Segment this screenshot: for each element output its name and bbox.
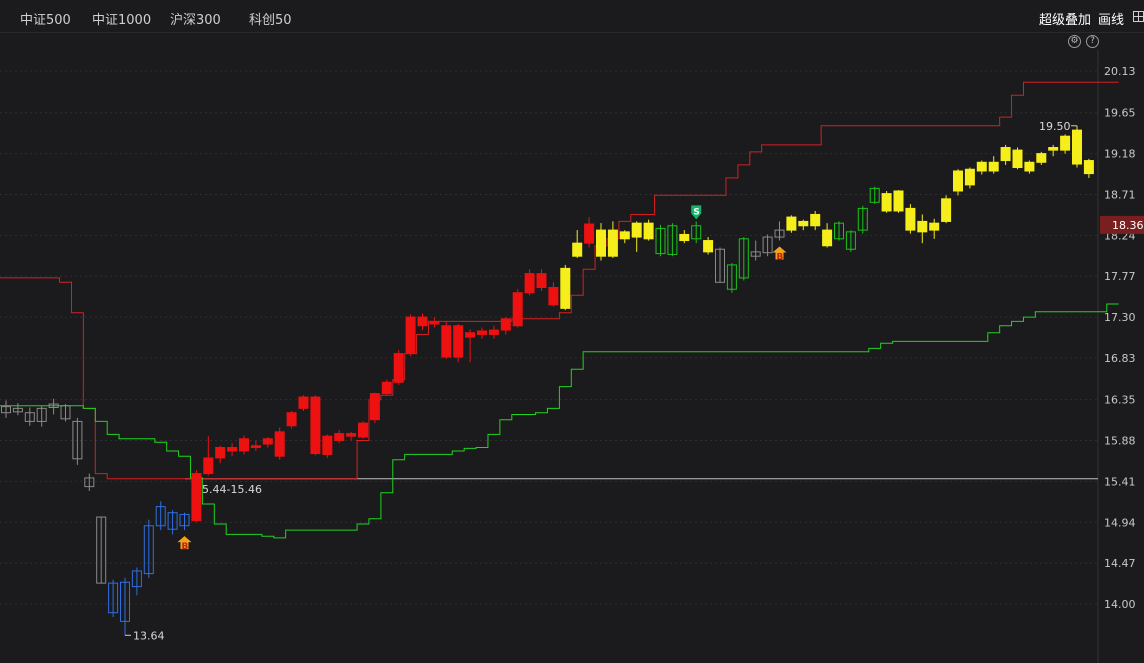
candle-body <box>572 242 583 257</box>
candle-body <box>917 220 928 233</box>
y-tick-label: 15.88 <box>1104 435 1136 448</box>
candle-body <box>929 222 940 231</box>
candle-body <box>310 396 321 455</box>
y-tick-label: 17.30 <box>1104 311 1136 324</box>
candle-body <box>964 168 975 186</box>
candle-body <box>643 222 654 240</box>
y-tick-label: 14.94 <box>1104 516 1136 529</box>
candle-body <box>1036 153 1047 163</box>
candle-body <box>631 222 642 238</box>
candle-body <box>381 381 392 395</box>
candle-body <box>203 457 214 475</box>
max-label: 19.50 <box>1039 120 1071 133</box>
candle-body <box>798 220 809 227</box>
candle-body <box>405 316 416 355</box>
candle-body <box>810 213 821 227</box>
min-label: 13.64 <box>133 629 165 642</box>
candle-body <box>393 353 404 383</box>
overlay-button[interactable]: 超级叠加 <box>1039 9 1091 28</box>
y-tick-label: 16.83 <box>1104 352 1136 365</box>
candle-body <box>274 431 285 457</box>
y-tick-label: 17.77 <box>1104 270 1136 283</box>
candle-body <box>536 273 547 289</box>
candle-body <box>976 161 987 172</box>
candle-body <box>607 229 618 257</box>
reference-label: 15.44-15.46 <box>195 483 262 496</box>
tab-star50[interactable]: 科创50 <box>249 9 292 28</box>
tab-csi500[interactable]: 中证500 <box>20 9 71 28</box>
candle-body <box>358 422 368 438</box>
upper-band-line <box>0 81 1119 480</box>
candle-body <box>822 229 833 247</box>
candle-body <box>191 473 202 522</box>
candle-body <box>786 216 797 231</box>
candle-body <box>227 446 238 452</box>
index-toolbar: 中证500 中证1000 沪深300 科创50 超级叠加 画线 <box>0 0 1144 33</box>
candle-body <box>1024 161 1035 172</box>
candle-body <box>893 190 904 212</box>
draw-line-button[interactable]: 画线 <box>1098 9 1124 28</box>
candle-body <box>703 240 714 253</box>
candle-body <box>596 229 606 257</box>
current-price-label: 18.36 <box>1112 219 1144 232</box>
candle-body <box>239 438 249 452</box>
sell-marker-label: S <box>693 207 699 217</box>
candle-body <box>512 292 523 327</box>
candle-body <box>215 446 226 459</box>
y-tick-label: 18.71 <box>1104 188 1136 201</box>
candle-body <box>619 231 630 240</box>
candle-body <box>262 438 273 445</box>
candle-body <box>488 329 499 335</box>
y-tick-label: 20.13 <box>1104 65 1136 78</box>
candle-body <box>1012 149 1023 169</box>
candle-body <box>905 207 916 231</box>
candle-body <box>584 223 595 244</box>
candle-body <box>881 193 892 212</box>
candlestick-chart: 20.1319.6519.1818.7118.2417.7717.3016.83… <box>0 50 1144 663</box>
layout-grid-icon[interactable] <box>1133 11 1144 22</box>
settings-icon[interactable]: ⚙ <box>1068 35 1081 48</box>
y-tick-label: 19.65 <box>1104 107 1136 120</box>
candle-body <box>1000 147 1011 162</box>
candle-body <box>988 161 999 172</box>
candle-body <box>441 325 452 358</box>
candle-body <box>417 316 428 327</box>
candle-body <box>250 445 261 448</box>
y-tick-label: 14.00 <box>1104 598 1136 611</box>
candle-body <box>465 332 476 338</box>
tab-csi1000[interactable]: 中证1000 <box>92 9 151 28</box>
candle-body <box>941 198 952 222</box>
candle-body <box>500 318 511 331</box>
candle-body <box>369 393 380 421</box>
y-tick-label: 16.35 <box>1104 394 1136 407</box>
candle-body <box>560 267 571 309</box>
candle-body <box>953 170 963 192</box>
candle-body <box>346 433 357 437</box>
y-tick-label: 15.41 <box>1104 475 1136 488</box>
candle-body <box>679 233 690 242</box>
y-tick-label: 19.18 <box>1104 148 1136 161</box>
tab-csi300[interactable]: 沪深300 <box>170 9 221 28</box>
candle-body <box>548 287 559 306</box>
candle-body <box>1048 147 1059 151</box>
candle-body <box>1083 160 1094 175</box>
candle-body <box>286 412 297 427</box>
y-tick-label: 14.47 <box>1104 557 1136 570</box>
help-icon[interactable]: ? <box>1086 35 1099 48</box>
candle-body <box>429 320 440 325</box>
buy-marker-label: B <box>777 253 784 263</box>
candle-body <box>477 330 487 335</box>
candle-body <box>322 435 333 455</box>
buy-marker-label: B <box>182 542 189 552</box>
candle-body <box>453 325 464 358</box>
candle-body <box>298 396 309 409</box>
lower-band-line <box>0 303 1119 539</box>
candle-body <box>1072 129 1082 165</box>
candle-body <box>1060 135 1071 151</box>
candle-body <box>524 273 535 294</box>
candle-body <box>334 433 345 442</box>
